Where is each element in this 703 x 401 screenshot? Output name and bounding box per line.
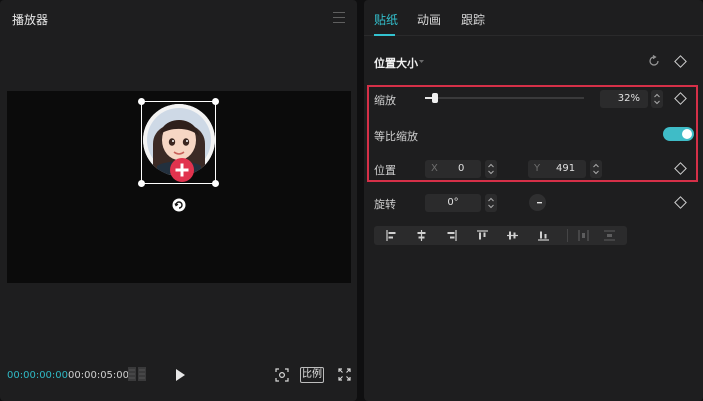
play-icon[interactable] bbox=[173, 368, 187, 382]
tab-animation[interactable]: 动画 bbox=[417, 11, 441, 28]
player-title: 播放器 bbox=[12, 13, 49, 27]
scale-stepper[interactable] bbox=[651, 90, 663, 108]
alignment-toolbar bbox=[374, 226, 627, 245]
scale-slider-thumb[interactable] bbox=[432, 93, 438, 103]
rotation-stepper[interactable] bbox=[485, 194, 497, 212]
rotation-dial[interactable] bbox=[529, 194, 546, 211]
distribute-h-icon[interactable] bbox=[578, 230, 589, 241]
position-label: 位置 bbox=[374, 164, 396, 177]
preview-canvas[interactable] bbox=[7, 91, 351, 283]
position-x-prefix: X bbox=[431, 163, 438, 174]
menu-icon[interactable] bbox=[333, 12, 345, 23]
resize-handle-bottom-right[interactable] bbox=[212, 180, 219, 187]
resize-handle-bottom-left[interactable] bbox=[138, 180, 145, 187]
rotation-label: 旋转 bbox=[374, 198, 396, 211]
uniform-scale-label: 等比缩放 bbox=[374, 130, 418, 143]
aspect-ratio-button[interactable]: 比例 bbox=[300, 367, 324, 383]
distribute-v-icon[interactable] bbox=[604, 230, 615, 241]
align-separator bbox=[567, 229, 568, 242]
align-right-icon[interactable] bbox=[446, 230, 457, 241]
keyframe-diamond-icon[interactable] bbox=[674, 55, 687, 68]
tab-tracking[interactable]: 跟踪 bbox=[461, 11, 485, 28]
active-tab-indicator bbox=[374, 34, 395, 36]
sticker-element[interactable] bbox=[138, 98, 219, 187]
tab-sticker[interactable]: 贴纸 bbox=[374, 11, 398, 28]
player-controls: 00:00:00:00 00:00:05:00 比例 bbox=[0, 362, 357, 390]
resize-handle-top-right[interactable] bbox=[212, 98, 219, 105]
chevron-down-icon[interactable] bbox=[419, 59, 424, 64]
resize-handle-top-left[interactable] bbox=[138, 98, 145, 105]
align-center-v-icon[interactable] bbox=[507, 230, 518, 241]
inspector-tabs: 贴纸 动画 跟踪 bbox=[364, 0, 703, 36]
position-y-value: 491 bbox=[556, 163, 576, 174]
position-y-stepper[interactable] bbox=[590, 160, 602, 178]
uniform-scale-toggle[interactable] bbox=[663, 127, 694, 141]
add-plus-icon bbox=[170, 158, 194, 182]
position-y-input[interactable]: Y 491 bbox=[528, 160, 586, 178]
scale-label: 缩放 bbox=[374, 94, 396, 107]
reset-icon[interactable] bbox=[648, 55, 660, 67]
align-center-h-icon[interactable] bbox=[416, 230, 427, 241]
position-y-prefix: Y bbox=[534, 163, 541, 174]
rotation-keyframe-diamond-icon[interactable] bbox=[674, 196, 687, 209]
rotation-input[interactable]: 0° bbox=[425, 194, 481, 212]
align-bottom-icon[interactable] bbox=[538, 230, 549, 241]
player-header: 播放器 bbox=[0, 0, 357, 36]
rotate-handle-icon[interactable] bbox=[172, 198, 186, 212]
inspector-panel: 贴纸 动画 跟踪 位置大小 缩放 32% 等比缩放 位置 X 0 Y 491 旋… bbox=[364, 0, 703, 401]
position-x-stepper[interactable] bbox=[485, 160, 497, 178]
position-x-input[interactable]: X 0 bbox=[425, 160, 481, 178]
scale-value-input[interactable]: 32% bbox=[600, 90, 648, 108]
toggle-knob bbox=[682, 129, 692, 139]
scale-slider-track[interactable] bbox=[425, 97, 584, 99]
fullscreen-icon[interactable] bbox=[338, 368, 351, 381]
grid-icon[interactable] bbox=[128, 367, 146, 381]
player-panel: 播放器 00:00:00:00 00:00:05:00 比例 bbox=[0, 0, 357, 401]
section-title[interactable]: 位置大小 bbox=[374, 55, 418, 71]
current-timecode: 00:00:00:00 bbox=[7, 370, 69, 381]
position-x-value: 0 bbox=[458, 163, 465, 174]
total-timecode: 00:00:05:00 bbox=[68, 370, 130, 381]
align-left-icon[interactable] bbox=[386, 230, 397, 241]
align-top-icon[interactable] bbox=[477, 230, 488, 241]
focus-frame-icon[interactable] bbox=[275, 368, 289, 382]
